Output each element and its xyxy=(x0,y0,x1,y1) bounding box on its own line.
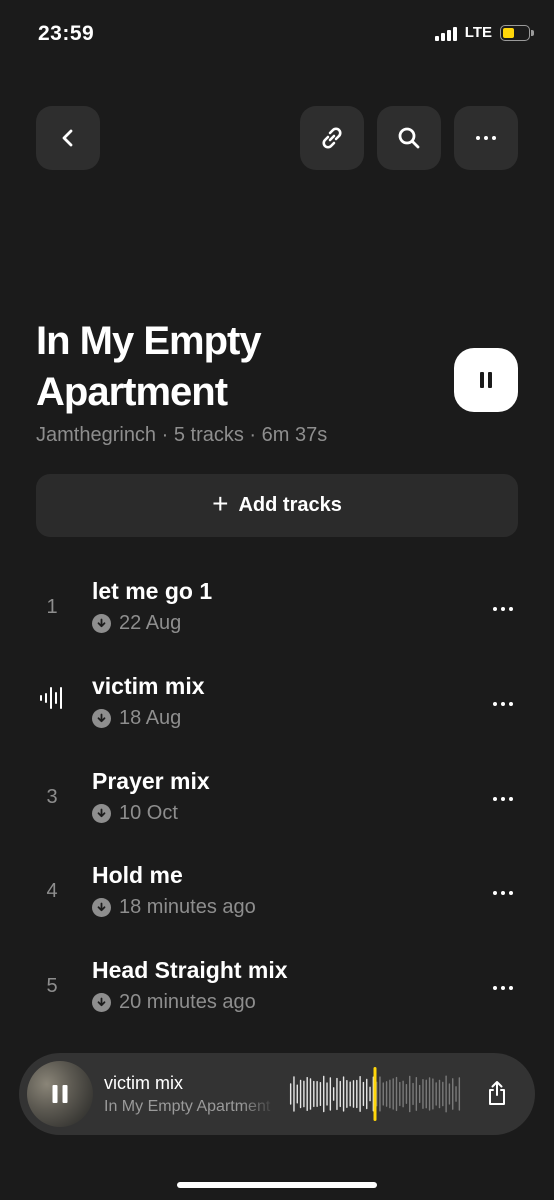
track-more-button[interactable] xyxy=(488,689,518,719)
mini-player-artwork[interactable] xyxy=(27,1061,93,1127)
battery-icon xyxy=(500,24,534,41)
track-more-button[interactable] xyxy=(488,973,518,1003)
track-date: 18 minutes ago xyxy=(119,896,256,918)
status-bar: 23:59 LTE xyxy=(0,0,554,70)
track-title: victim mix xyxy=(92,673,205,699)
pause-icon xyxy=(480,372,492,388)
waveform-scrubber[interactable] xyxy=(289,1067,461,1121)
share-button[interactable] xyxy=(479,1075,515,1111)
downloaded-icon xyxy=(92,898,111,917)
track-row[interactable]: victim mix 18 Aug xyxy=(0,665,554,745)
track-meta: 22 Aug xyxy=(92,612,181,635)
track-row[interactable]: 4 Hold me 18 minutes ago xyxy=(0,854,554,934)
search-button[interactable] xyxy=(377,106,441,170)
track-more-button[interactable] xyxy=(488,594,518,624)
status-indicators: LTE xyxy=(434,24,534,41)
share-link-button[interactable] xyxy=(300,106,364,170)
track-title: Hold me xyxy=(92,862,183,888)
ellipsis-icon xyxy=(476,136,496,140)
link-icon xyxy=(322,127,342,149)
track-title: let me go 1 xyxy=(92,578,213,604)
mini-player[interactable]: victim mix In My Empty Apartment xyxy=(19,1053,535,1135)
track-date: 18 Aug xyxy=(119,707,182,729)
ellipsis-icon xyxy=(493,797,513,801)
track-meta: 20 minutes ago xyxy=(92,991,256,1014)
more-options-button[interactable] xyxy=(454,106,518,170)
chevron-left-icon xyxy=(62,129,73,147)
track-number: 5 xyxy=(46,975,58,997)
track-row[interactable]: 3 Prayer mix 10 Oct xyxy=(0,760,554,840)
downloaded-icon xyxy=(92,993,111,1012)
track-number: 1 xyxy=(46,596,58,618)
track-meta: 18 Aug xyxy=(92,707,181,730)
mini-pause-icon xyxy=(52,1085,68,1103)
track-meta: 10 Oct xyxy=(92,802,178,825)
battery-level xyxy=(503,27,514,38)
plus-icon: + xyxy=(212,488,229,519)
status-time: 23:59 xyxy=(38,22,95,45)
back-button[interactable] xyxy=(36,106,100,170)
signal-icon xyxy=(434,25,457,41)
add-tracks-label: Add tracks xyxy=(238,494,342,516)
ellipsis-icon xyxy=(493,607,513,611)
track-title: Head Straight mix xyxy=(92,957,288,983)
now-playing-waveform-icon xyxy=(40,687,62,709)
network-type: LTE xyxy=(464,24,492,41)
home-indicator xyxy=(177,1182,377,1188)
playlist-title: In My Empty Apartment xyxy=(36,319,262,414)
track-number: 4 xyxy=(46,880,58,902)
track-title: Prayer mix xyxy=(92,768,210,794)
track-date: 20 minutes ago xyxy=(119,991,256,1013)
track-more-button[interactable] xyxy=(488,878,518,908)
track-meta: 18 minutes ago xyxy=(92,896,256,919)
track-more-button[interactable] xyxy=(488,784,518,814)
mini-player-subtitle: In My Empty Apartment xyxy=(104,1098,271,1115)
track-date: 22 Aug xyxy=(119,612,182,634)
downloaded-icon xyxy=(92,709,111,728)
downloaded-icon xyxy=(92,804,111,823)
pause-button[interactable] xyxy=(454,348,518,412)
track-row[interactable]: 5 Head Straight mix 20 minutes ago xyxy=(0,949,554,1029)
share-icon xyxy=(489,1081,505,1105)
playlist-subtitle: Jamthegrinch · 5 tracks · 6m 37s xyxy=(36,424,328,446)
mini-player-title: victim mix xyxy=(104,1073,183,1093)
track-row[interactable]: 1 let me go 1 22 Aug xyxy=(0,570,554,650)
add-tracks-button[interactable]: + Add tracks xyxy=(36,474,518,537)
downloaded-icon xyxy=(92,614,111,633)
ellipsis-icon xyxy=(493,702,513,706)
ellipsis-icon xyxy=(493,986,513,990)
search-icon xyxy=(398,127,420,149)
playhead xyxy=(373,1067,377,1121)
ellipsis-icon xyxy=(493,891,513,895)
track-date: 10 Oct xyxy=(119,802,178,824)
track-number: 3 xyxy=(46,786,58,808)
